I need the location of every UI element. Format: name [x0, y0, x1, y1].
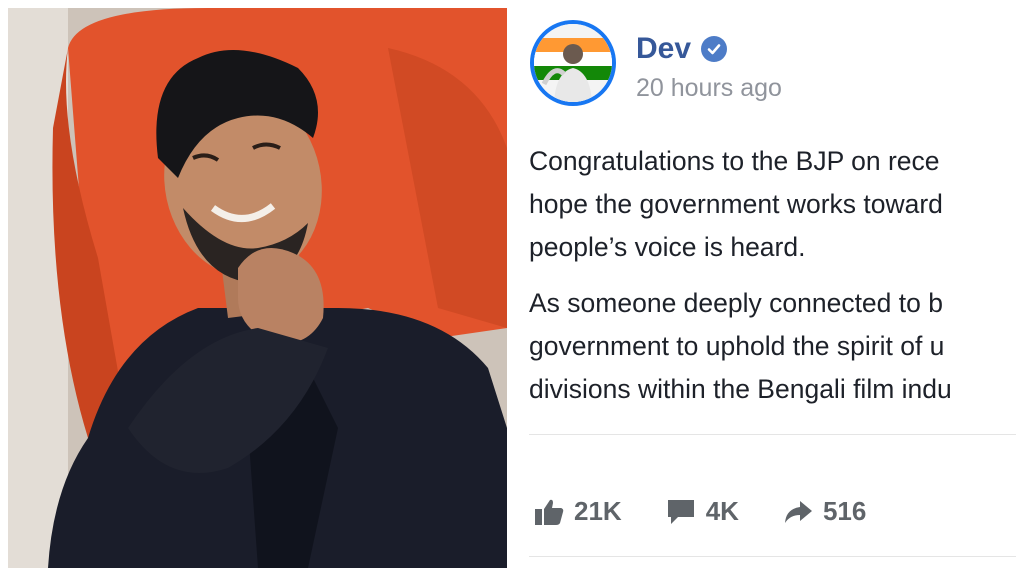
post-stats-bar: 21K 4K 516	[534, 496, 910, 527]
photo-panel	[8, 8, 507, 568]
post-line: hope the government works toward	[529, 189, 943, 219]
post-line: As someone deeply connected to b	[529, 288, 943, 318]
divider	[529, 434, 1016, 435]
post-line: people’s voice is heard.	[529, 232, 806, 262]
comment-button[interactable]: 4K	[666, 496, 739, 527]
author-avatar[interactable]	[530, 20, 616, 106]
portrait-photo	[8, 8, 507, 568]
divider	[529, 556, 1016, 557]
post-timestamp[interactable]: 20 hours ago	[636, 74, 782, 103]
thumbs-up-icon	[535, 499, 564, 525]
share-button[interactable]: 516	[783, 496, 866, 527]
author-name[interactable]: Dev	[636, 32, 691, 66]
post-line: divisions within the Bengali film indu	[529, 374, 952, 404]
post-line: Congratulations to the BJP on rece	[529, 146, 940, 176]
post-line: government to uphold the spirit of u	[529, 331, 945, 361]
share-arrow-icon	[784, 500, 812, 523]
facebook-post: Dev 20 hours ago Congratulations to the …	[516, 8, 1016, 568]
author-name-row: Dev	[636, 32, 728, 66]
verified-check-icon	[701, 36, 728, 62]
post-body: Congratulations to the BJP on rece hope …	[529, 140, 1016, 424]
share-count: 516	[822, 496, 867, 526]
avatar-image	[534, 24, 612, 102]
comment-icon	[667, 499, 694, 524]
post-paragraph-1: Congratulations to the BJP on rece hope …	[529, 140, 1016, 269]
post-paragraph-2: As someone deeply connected to b governm…	[529, 282, 1016, 411]
like-button[interactable]: 21K	[534, 496, 622, 527]
comment-count: 4K	[705, 496, 739, 526]
like-count: 21K	[574, 496, 622, 526]
